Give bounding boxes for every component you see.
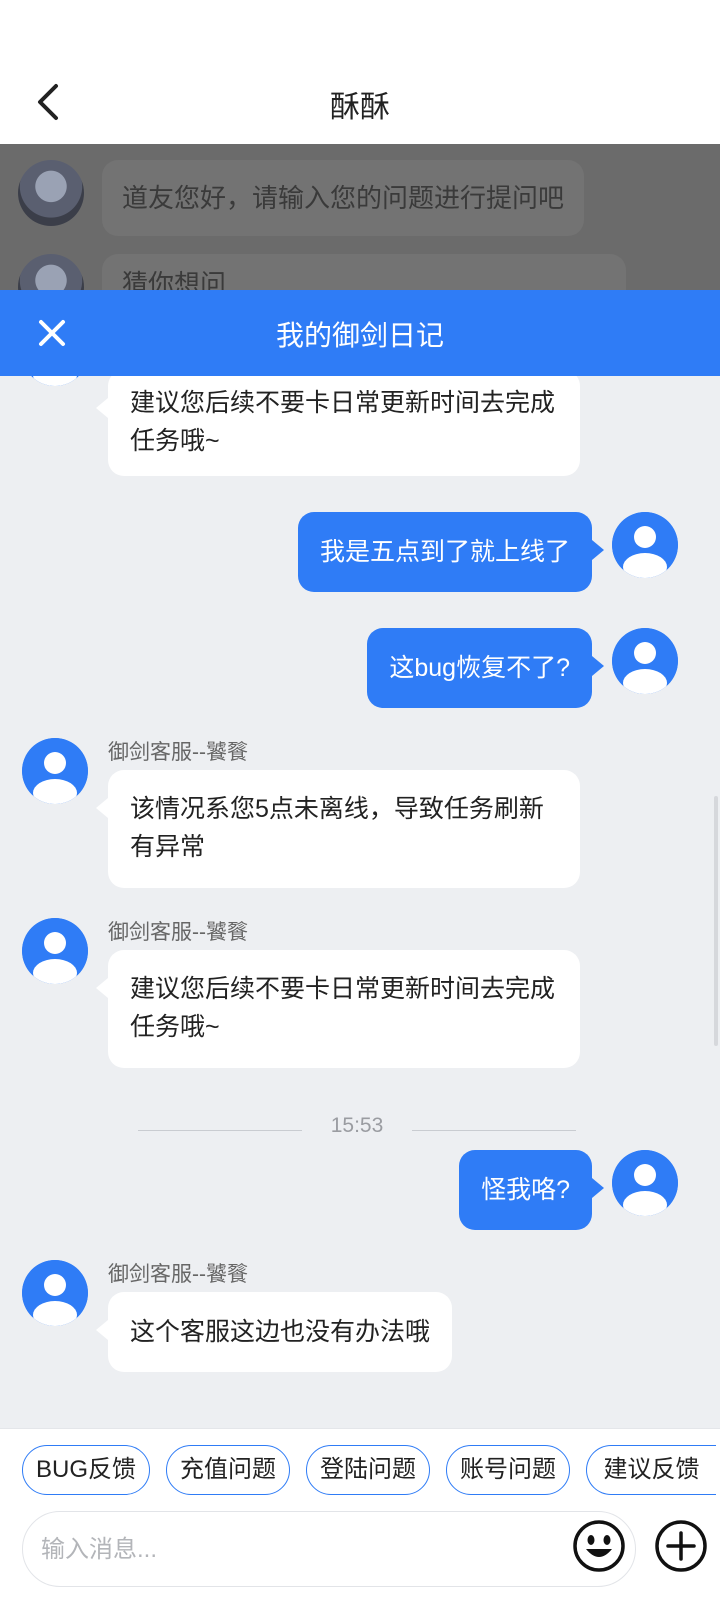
greeting-message: 道友您好，请输入您的问题进行提问吧: [102, 160, 585, 236]
message-text: 任务哦~: [130, 427, 220, 455]
panel-header: 我的御剑日记: [0, 290, 720, 376]
quick-reply-suggestion[interactable]: 建议反馈: [586, 1445, 716, 1495]
divider-line: [412, 1130, 576, 1131]
avatar: [18, 254, 84, 290]
message-bubble: 这个客服这边也没有办法哦: [95, 1292, 453, 1372]
message-text: 建议您后续不要卡日常更新时间去完成: [130, 389, 556, 417]
avatar: [22, 376, 88, 386]
message-bubble: 该情况系您5点未离线，导致任务刷新 有异常: [96, 770, 580, 888]
avatar: [612, 628, 678, 694]
plus-icon[interactable]: [654, 1519, 708, 1573]
panel-title: 我的御剑日记: [275, 320, 444, 351]
bottom-bar: BUG反馈 充值问题 登陆问题 账号问题 建议反馈: [0, 1428, 720, 1600]
quick-reply-bug[interactable]: BUG反馈: [22, 1445, 150, 1495]
outgoing-message: 怪我咯?: [459, 1150, 604, 1230]
page-title: 酥酥: [330, 91, 390, 124]
timestamp: 15:53: [330, 1114, 384, 1137]
avatar: [612, 512, 678, 578]
message-bubble: 建议您后续不要卡日常更新时间去完成 任务哦~: [96, 950, 580, 1068]
background-overlay[interactable]: 道友您好，请输入您的问题进行提问吧 猜你想问: [0, 144, 720, 290]
outgoing-message: 我是五点到了就上线了: [297, 512, 605, 592]
message-text: 建议您后续不要卡日常更新时间去完成: [130, 975, 556, 1003]
message-text: 该情况系您5点未离线，导致任务刷新: [130, 795, 544, 823]
quick-reply-login[interactable]: 登陆问题: [306, 1445, 430, 1495]
message-text: 任务哦~: [130, 1013, 220, 1041]
avatar: [18, 160, 84, 226]
sender-name: 御剑客服--饕餮: [108, 741, 248, 764]
avatar: [22, 738, 88, 804]
message-text: 有异常: [130, 833, 206, 861]
avatar: [612, 1150, 678, 1216]
sender-name: 御剑客服--饕餮: [108, 1263, 248, 1286]
scrollbar[interactable]: [714, 796, 718, 1046]
sender-name: 御剑客服--饕餮: [108, 921, 248, 944]
avatar: [22, 1260, 88, 1326]
timestamp-divider: 15:53: [138, 1114, 576, 1148]
message-input[interactable]: [41, 1524, 561, 1576]
quick-reply-recharge[interactable]: 充值问题: [166, 1445, 290, 1495]
outgoing-message: 这bug恢复不了?: [367, 628, 604, 708]
message-bubble: 建议您后续不要卡日常更新时间去完成 任务哦~: [96, 376, 580, 476]
top-header: 酥酥: [0, 0, 720, 144]
message-input-box[interactable]: [22, 1511, 636, 1587]
avatar: [22, 918, 88, 984]
emoji-icon[interactable]: [572, 1519, 626, 1573]
suggestion-message: 猜你想问: [102, 254, 626, 290]
quick-reply-account[interactable]: 账号问题: [446, 1445, 570, 1495]
chat-area[interactable]: 建议您后续不要卡日常更新时间去完成 任务哦~ 我是五点到了就上线了 这bug恢复…: [0, 376, 720, 1428]
